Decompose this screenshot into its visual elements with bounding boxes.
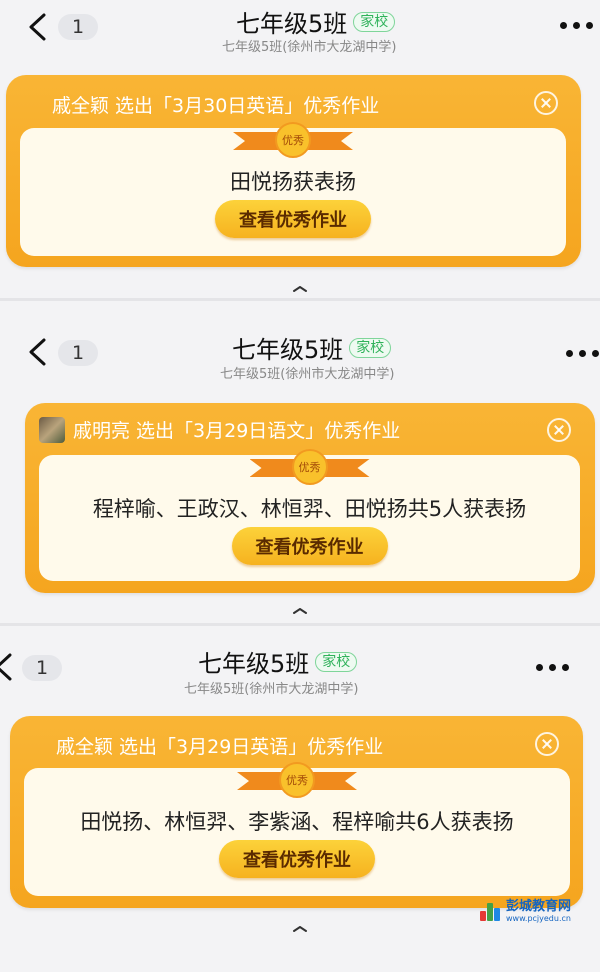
- more-options-icon[interactable]: [560, 22, 593, 29]
- medal-icon: 优秀: [291, 449, 328, 485]
- medal-icon: 优秀: [275, 122, 311, 158]
- praise-text: 田悦扬获表扬: [230, 170, 356, 194]
- card-body: 优秀 程梓喻、王政汉、林恒羿、田悦扬共5人获表扬 查看优秀作业: [39, 449, 580, 581]
- site-watermark: 彭城教育网 www.pcjyedu.cn: [480, 900, 571, 923]
- card-body: 优秀 田悦扬、林恒羿、李紫涵、程梓喻共6人获表扬 查看优秀作业: [24, 762, 570, 896]
- chat-title: 七年级5班: [236, 10, 348, 38]
- watermark-logo-icon: [480, 902, 502, 921]
- chat-subtitle: 七年级5班(徐州市大龙湖中学): [184, 682, 359, 697]
- unread-count-badge[interactable]: 1: [22, 655, 62, 681]
- card-header-text: 戚明亮 选出「3月29日语文」优秀作业: [73, 420, 401, 442]
- notification-panel-2: 1 七年级5班 家校 七年级5班(徐州市大龙湖中学) 戚明亮 选出「3月29日语…: [0, 301, 600, 623]
- excellent-medal-ribbon: 优秀: [249, 449, 370, 485]
- chat-title-row: 七年级5班 家校: [232, 330, 392, 365]
- praise-text: 程梓喻、王政汉、林恒羿、田悦扬共5人获表扬: [92, 497, 527, 521]
- excellent-medal-ribbon: 优秀: [233, 122, 353, 158]
- collapse-icon[interactable]: [292, 608, 308, 614]
- excellent-homework-card: 戚全颖 选出「3月30日英语」优秀作业 优秀 田悦扬获表扬 查看优秀作业: [6, 75, 581, 267]
- home-school-tag: 家校: [315, 651, 358, 672]
- close-icon[interactable]: [534, 91, 558, 115]
- back-arrow-icon[interactable]: [0, 652, 14, 682]
- chat-subtitle: 七年级5班(徐州市大龙湖中学): [222, 40, 397, 55]
- chat-title: 七年级5班: [232, 336, 344, 364]
- home-school-tag: 家校: [353, 11, 396, 32]
- praise-text: 田悦扬、林恒羿、李紫涵、程梓喻共6人获表扬: [80, 810, 514, 834]
- notification-panel-1: 1 七年级5班 家校 七年级5班(徐州市大龙湖中学) 戚全颖 选出「3月30日英…: [0, 0, 600, 298]
- chat-title: 七年级5班: [198, 650, 310, 678]
- close-icon[interactable]: [535, 732, 559, 756]
- excellent-homework-card: 戚明亮 选出「3月29日语文」优秀作业 优秀 程梓喻、王政汉、林恒羿、田悦扬共5…: [25, 403, 595, 593]
- card-header: 戚明亮 选出「3月29日语文」优秀作业: [39, 416, 400, 443]
- back-arrow-icon[interactable]: [26, 337, 48, 367]
- chat-subtitle: 七年级5班(徐州市大龙湖中学): [220, 367, 395, 382]
- excellent-homework-card: 戚全颖 选出「3月29日英语」优秀作业 优秀 田悦扬、林恒羿、李紫涵、程梓喻共6…: [10, 716, 583, 908]
- back-arrow-icon[interactable]: [26, 12, 48, 42]
- card-header-text: 戚全颖 选出「3月30日英语」优秀作业: [52, 95, 380, 117]
- more-options-icon[interactable]: [536, 664, 569, 671]
- view-excellent-homework-button[interactable]: 查看优秀作业: [219, 840, 375, 878]
- card-header: 戚全颖 选出「3月29日英语」优秀作业: [56, 732, 383, 759]
- card-header-text: 戚全颖 选出「3月29日英语」优秀作业: [56, 736, 384, 758]
- unread-count-badge[interactable]: 1: [58, 340, 98, 366]
- view-excellent-homework-button[interactable]: 查看优秀作业: [215, 200, 371, 238]
- chat-title-row: 七年级5班 家校: [198, 644, 358, 679]
- close-icon[interactable]: [547, 418, 571, 442]
- watermark-name: 彭城教育网: [506, 899, 572, 914]
- more-options-icon[interactable]: [566, 350, 599, 357]
- card-body: 优秀 田悦扬获表扬 查看优秀作业: [20, 122, 566, 256]
- home-school-tag: 家校: [349, 337, 392, 358]
- unread-count-badge[interactable]: 1: [58, 14, 98, 40]
- watermark-url: www.pcjyedu.cn: [506, 914, 571, 923]
- view-excellent-homework-button[interactable]: 查看优秀作业: [231, 527, 388, 565]
- medal-icon: 优秀: [279, 762, 315, 798]
- card-header: 戚全颖 选出「3月30日英语」优秀作业: [52, 91, 379, 118]
- excellent-medal-ribbon: 优秀: [237, 762, 357, 798]
- collapse-icon[interactable]: [292, 286, 308, 292]
- collapse-icon[interactable]: [292, 926, 308, 932]
- teacher-avatar: [39, 416, 65, 443]
- chat-title-row: 七年级5班 家校: [236, 4, 396, 39]
